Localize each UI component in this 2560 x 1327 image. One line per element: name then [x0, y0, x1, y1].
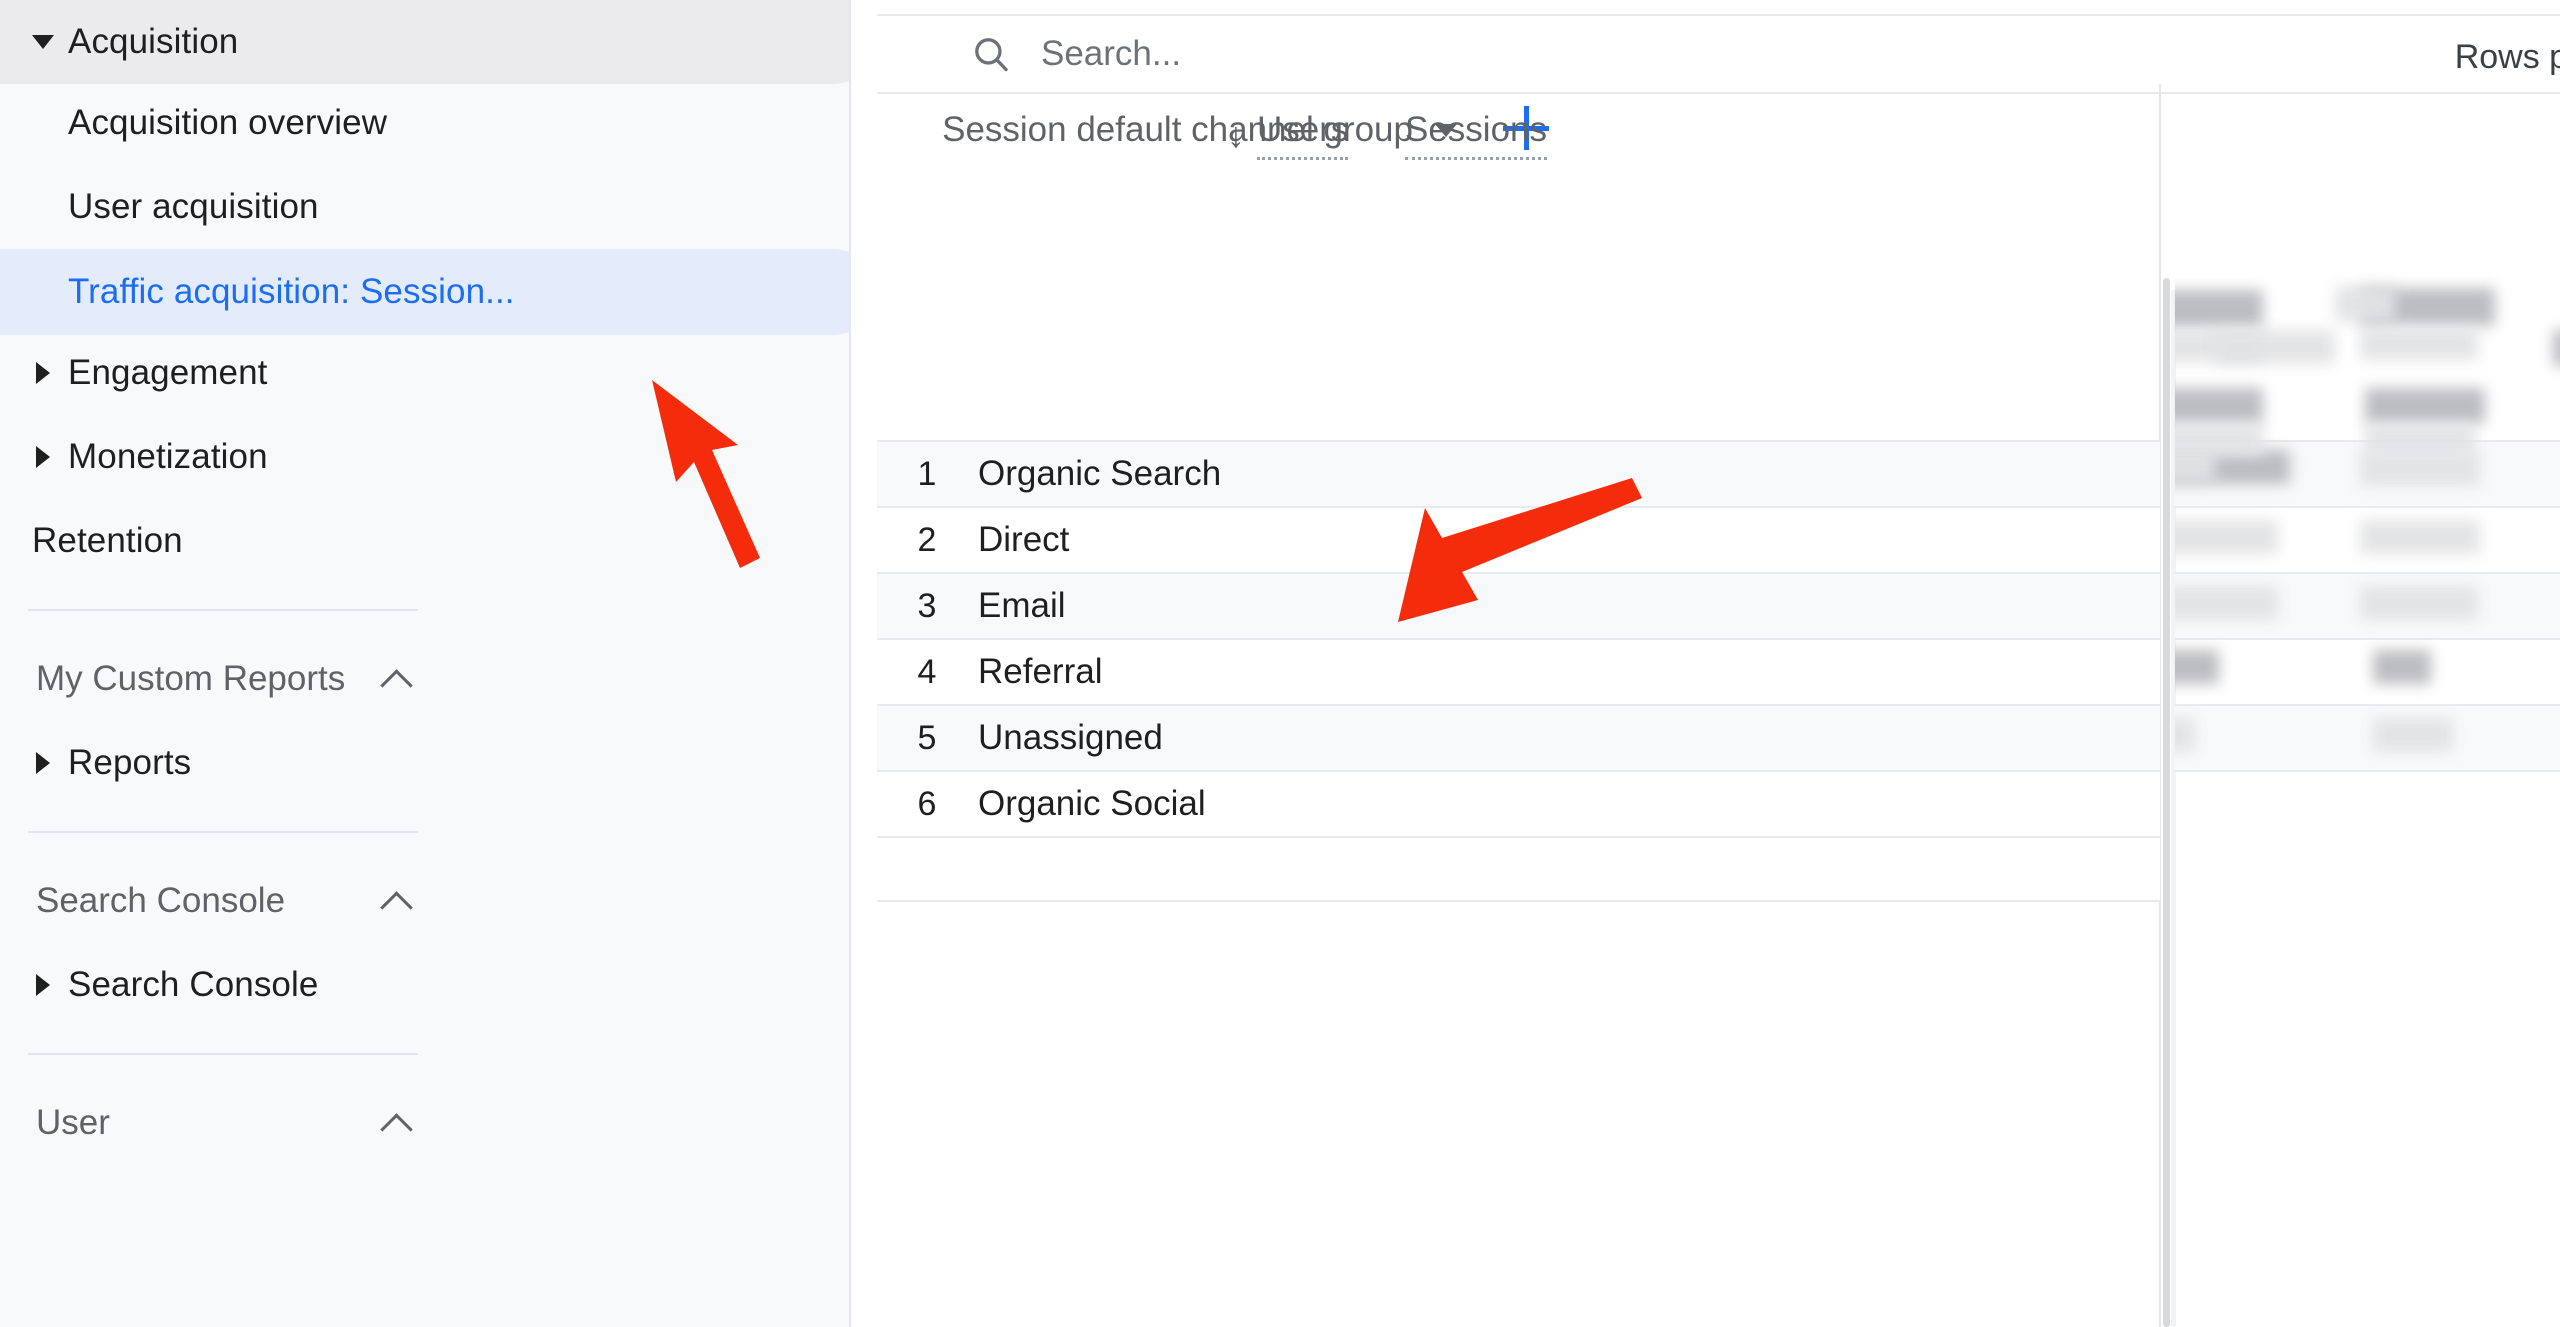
- redacted-metric-values: [2175, 0, 2560, 1327]
- search-icon: [975, 38, 1008, 72]
- redacted-value: [2553, 330, 2560, 366]
- search-input[interactable]: Search...: [1041, 34, 1181, 74]
- sidebar-item-label: Search Console: [68, 965, 319, 1004]
- sidebar-group-label-engagement: Engagement: [68, 353, 268, 392]
- table-row[interactable]: 1 Organic Search: [877, 440, 2160, 506]
- redacted-value: [2175, 520, 2278, 554]
- row-name[interactable]: Unassigned: [978, 718, 1163, 758]
- column-header-sessions[interactable]: Sessions: [1405, 110, 1548, 160]
- row-rank: 6: [917, 784, 937, 823]
- redacted-value: [2335, 286, 2395, 322]
- redacted-value: [2175, 718, 2195, 752]
- column-header-label: Sessions: [1405, 110, 1548, 160]
- row-name[interactable]: Organic Social: [978, 784, 1206, 824]
- redacted-value: [2373, 718, 2453, 752]
- metric-row-divider: [2175, 638, 2560, 640]
- sidebar-item-reports[interactable]: Reports: [0, 721, 849, 805]
- left-navigation-sidebar: Acquisition Acquisition overview User ac…: [0, 0, 851, 1327]
- row-rank: 5: [917, 718, 937, 757]
- metric-row-divider: [2175, 770, 2560, 772]
- redacted-value: [2360, 328, 2478, 360]
- redacted-value: [2360, 586, 2478, 620]
- sidebar-item-label: Reports: [68, 743, 192, 782]
- chevron-right-icon[interactable]: [18, 331, 68, 415]
- sidebar-group-acquisition[interactable]: Acquisition: [0, 0, 849, 84]
- sidebar-section-search-console[interactable]: Search Console: [0, 859, 440, 943]
- column-header-users[interactable]: ↓ Users: [1227, 110, 1349, 160]
- row-rank: 4: [917, 652, 937, 691]
- redacted-value: [2175, 290, 2263, 328]
- sidebar-item-label: Traffic acquisition: Session...: [68, 272, 515, 311]
- sidebar-section-user[interactable]: User: [0, 1081, 440, 1165]
- sidebar-divider-1: [28, 609, 418, 611]
- metric-row-divider: [2175, 704, 2560, 706]
- redacted-value: [2175, 424, 2263, 456]
- row-rank: 1: [917, 454, 937, 493]
- sidebar-section-label: My Custom Reports: [36, 659, 346, 698]
- vertical-scrollbar-thumb[interactable]: [2163, 278, 2170, 1327]
- sidebar-item-user-acquisition[interactable]: User acquisition: [0, 165, 849, 249]
- chevron-up-icon[interactable]: [382, 664, 412, 694]
- redacted-value: [2373, 650, 2431, 684]
- redacted-value: [2175, 650, 2219, 684]
- row-name[interactable]: Referral: [978, 652, 1102, 692]
- row-rank: 2: [917, 520, 937, 559]
- chevron-down-icon[interactable]: [18, 0, 68, 84]
- sidebar-divider-3: [28, 1053, 418, 1055]
- redacted-value: [2360, 452, 2480, 486]
- chevron-right-icon[interactable]: [18, 415, 68, 499]
- sidebar-group-monetization[interactable]: Monetization: [0, 415, 849, 499]
- table-rows: 1 Organic Search 2 Direct 3 Email 4 Refe…: [877, 440, 2160, 902]
- dimension-selector[interactable]: Session default channel group: [877, 110, 1457, 150]
- redacted-value: [2215, 330, 2335, 364]
- app-screen: Acquisition Acquisition overview User ac…: [0, 0, 2560, 1327]
- sidebar-item-acquisition-overview[interactable]: Acquisition overview: [0, 81, 849, 165]
- sidebar-group-label-acquisition: Acquisition: [68, 22, 239, 61]
- sidebar-group-label-monetization: Monetization: [68, 437, 268, 476]
- table-row-empty: [877, 836, 2160, 902]
- sidebar-item-traffic-acquisition[interactable]: Traffic acquisition: Session...: [0, 249, 849, 335]
- sidebar-item-search-console[interactable]: Search Console: [0, 943, 849, 1027]
- metric-row-divider: [2175, 572, 2560, 574]
- report-main-panel: Search... Rows pe Session default channe…: [853, 0, 2560, 1327]
- sidebar-item-retention[interactable]: Retention: [0, 499, 849, 583]
- table-row[interactable]: 4 Referral: [877, 638, 2160, 704]
- row-name[interactable]: Direct: [978, 520, 1069, 560]
- redacted-value: [2175, 388, 2263, 424]
- redacted-value: [2360, 520, 2480, 554]
- metric-row-band: [2175, 704, 2560, 770]
- sidebar-divider-2: [28, 831, 418, 833]
- metric-row-divider: [2175, 506, 2560, 508]
- chevron-right-icon[interactable]: [18, 721, 68, 805]
- sidebar-group-engagement[interactable]: Engagement: [0, 331, 849, 415]
- chevron-right-icon[interactable]: [18, 943, 68, 1027]
- sidebar-item-label: User acquisition: [68, 187, 319, 226]
- sidebar-section-label: User: [36, 1103, 110, 1142]
- arrow-down-icon: ↓: [1227, 114, 1245, 155]
- redacted-value: [2365, 388, 2485, 424]
- redacted-value: [2175, 586, 2278, 620]
- sidebar-item-label: Acquisition overview: [68, 103, 388, 142]
- table-row[interactable]: 6 Organic Social: [877, 770, 2160, 836]
- sidebar-item-label: Retention: [32, 521, 183, 560]
- sidebar-section-my-custom-reports[interactable]: My Custom Reports: [0, 637, 440, 721]
- row-name[interactable]: Email: [978, 586, 1066, 626]
- chevron-up-icon[interactable]: [382, 1108, 412, 1138]
- table-row[interactable]: 2 Direct: [877, 506, 2160, 572]
- row-rank: 3: [917, 586, 937, 625]
- table-row[interactable]: 3 Email: [877, 572, 2160, 638]
- row-name[interactable]: Organic Search: [978, 454, 1221, 494]
- column-header-label: Users: [1257, 110, 1349, 160]
- table-row[interactable]: 5 Unassigned: [877, 704, 2160, 770]
- sidebar-section-label: Search Console: [36, 881, 286, 920]
- chevron-up-icon[interactable]: [382, 886, 412, 916]
